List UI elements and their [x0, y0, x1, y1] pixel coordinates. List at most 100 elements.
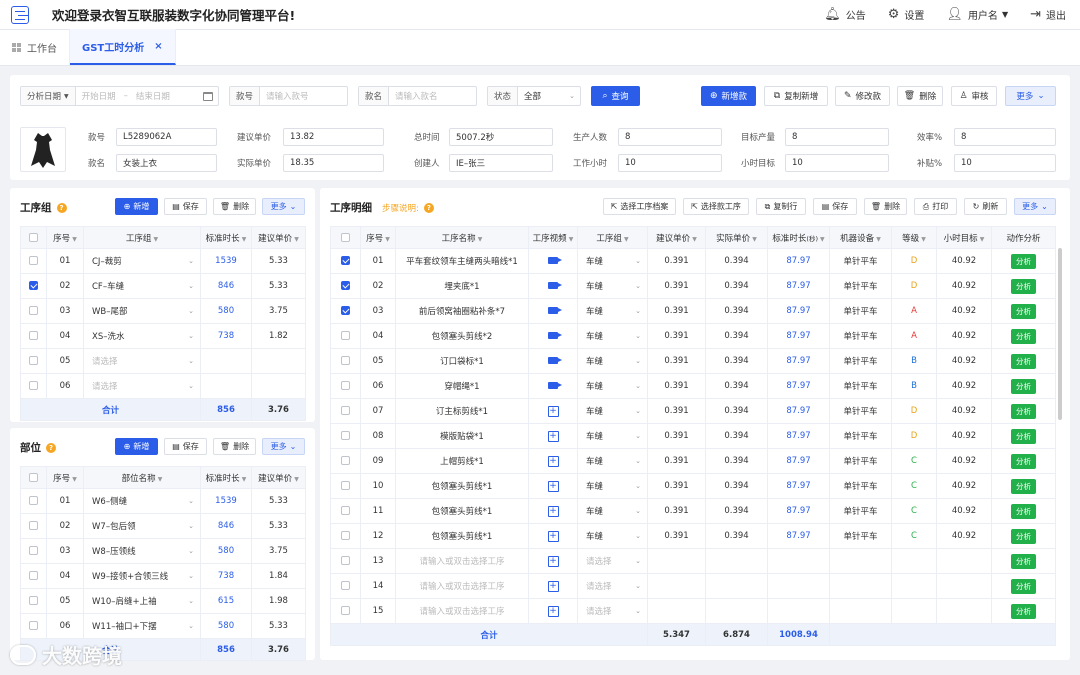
process-group-select[interactable]: 车缝 ⌄ [577, 473, 648, 499]
add-video-icon[interactable]: + [547, 430, 559, 442]
help-icon[interactable]: ? [56, 202, 67, 213]
standard-time[interactable]: 87.97 [767, 448, 830, 474]
row-checkbox[interactable] [341, 481, 350, 490]
group-select[interactable]: 请选择 ⌄ [83, 373, 201, 399]
column-header[interactable]: 标准时长 ▼ [200, 466, 252, 489]
column-header[interactable]: 工序组 ▼ [83, 226, 201, 249]
standard-time[interactable]: 87.97 [767, 323, 830, 349]
process-group-select[interactable]: 车缝 ⌄ [577, 298, 648, 324]
table-row[interactable]: 03 W8–压领线 ⌄ 580 3.75 [20, 538, 306, 564]
process-name-input[interactable]: 上帽剪线*1 [395, 448, 529, 474]
row-checkbox[interactable] [341, 356, 350, 365]
tab-workbench[interactable]: 工作台 [0, 29, 70, 65]
row-checkbox[interactable] [29, 571, 38, 580]
process-name-input[interactable]: 包领塞头剪线*2 [395, 323, 529, 349]
video-icon[interactable] [548, 332, 562, 339]
video-icon[interactable] [548, 257, 562, 264]
close-icon[interactable]: × [154, 41, 162, 52]
sort-icon[interactable]: ▼ [624, 236, 629, 243]
row-checkbox[interactable] [29, 281, 38, 290]
add-style-button[interactable]: ⊕ 新增款 [701, 86, 756, 106]
info-value[interactable]: 8 [618, 128, 722, 146]
info-value[interactable]: 10 [954, 154, 1056, 172]
part-select[interactable]: W6–侧缝 ⌄ [83, 488, 201, 514]
process-group-select[interactable]: 车缝 ⌄ [577, 398, 648, 424]
table-row[interactable]: 15 请输入或双击选择工序 + 请选择 ⌄ 分析 [330, 598, 1056, 624]
table-row[interactable]: 02 埋夹底*1 车缝 ⌄ 0.391 0.394 87.97 单针平车 D 40… [330, 273, 1056, 299]
standard-time[interactable] [200, 373, 252, 399]
save-button[interactable]: ▤ 保存 [813, 198, 857, 215]
query-button[interactable]: ⌕ 查询 [591, 86, 640, 106]
sort-icon[interactable]: ▼ [294, 236, 299, 243]
video-icon[interactable] [548, 382, 562, 389]
column-header[interactable]: 建议单价 ▼ [647, 226, 706, 249]
standard-time[interactable] [767, 573, 830, 599]
analysis-button[interactable]: 分析 [1011, 353, 1036, 369]
add-video-icon[interactable]: + [547, 530, 559, 542]
column-header[interactable]: 部位名称 ▼ [83, 466, 201, 489]
part-delete-button[interactable]: 🗑︎ 删除 [213, 438, 256, 455]
process-group-select[interactable]: 车缝 ⌄ [577, 248, 648, 274]
table-row[interactable]: 13 请输入或双击选择工序 + 请选择 ⌄ 分析 [330, 548, 1056, 574]
row-checkbox[interactable] [341, 256, 350, 265]
sort-icon[interactable]: ▼ [876, 236, 881, 243]
analysis-button[interactable]: 分析 [1011, 328, 1036, 344]
analysis-button[interactable]: 分析 [1011, 578, 1036, 594]
row-checkbox[interactable] [341, 606, 350, 615]
analysis-button[interactable]: 分析 [1011, 303, 1036, 319]
status-select[interactable]: 全部 [518, 90, 547, 102]
sort-icon[interactable]: ▼ [820, 236, 825, 243]
standard-time[interactable]: 87.97 [767, 423, 830, 449]
style-no-input[interactable]: 请输入款号 [260, 90, 315, 102]
sort-icon[interactable]: ▼ [569, 236, 574, 243]
info-value[interactable]: 13.82 [283, 128, 384, 146]
standard-time[interactable]: 738 [200, 323, 252, 349]
standard-time[interactable]: 615 [200, 588, 252, 614]
sort-icon[interactable]: ▼ [72, 236, 77, 243]
part-select[interactable]: W7–包后领 ⌄ [83, 513, 201, 539]
standard-time[interactable]: 87.97 [767, 248, 830, 274]
table-row[interactable]: 14 请输入或双击选择工序 + 请选择 ⌄ 分析 [330, 573, 1056, 599]
process-name-input[interactable]: 订口袋标*1 [395, 348, 529, 374]
standard-time[interactable]: 87.97 [767, 523, 830, 549]
table-row[interactable]: 02 W7–包后领 ⌄ 846 5.33 [20, 513, 306, 539]
row-checkbox[interactable] [341, 331, 350, 340]
analysis-button[interactable]: 分析 [1011, 253, 1036, 269]
part-select[interactable]: W8–压领线 ⌄ [83, 538, 201, 564]
column-header[interactable]: 工序视频 ▼ [528, 226, 578, 249]
table-row[interactable]: 02 CF–车缝 ⌄ 846 5.33 [20, 273, 306, 299]
standard-time[interactable]: 846 [200, 513, 252, 539]
row-checkbox[interactable] [29, 331, 38, 340]
row-checkbox[interactable] [341, 506, 350, 515]
column-header[interactable]: 等级 ▼ [891, 226, 937, 249]
column-header[interactable]: 建议单价 ▼ [251, 226, 306, 249]
sort-icon[interactable]: ▼ [385, 236, 390, 243]
row-checkbox[interactable] [29, 496, 38, 505]
info-value[interactable]: 女装上衣 [116, 154, 217, 172]
standard-time[interactable]: 87.97 [767, 273, 830, 299]
table-row[interactable]: 04 W9–接领+合领三线 ⌄ 738 1.84 [20, 563, 306, 589]
process-group-select[interactable]: 车缝 ⌄ [577, 348, 648, 374]
start-date-input[interactable]: 开始日期 [76, 90, 122, 102]
group-select[interactable]: CF–车缝 ⌄ [83, 273, 201, 299]
end-date-input[interactable]: 结束日期 [130, 90, 176, 102]
date-range-field[interactable]: 分析日期 ▼ 开始日期 – 结束日期 [20, 86, 219, 106]
copy-row-button[interactable]: ⧉ 复制行 [756, 198, 806, 215]
table-row[interactable]: 10 包领塞头剪线*1 + 车缝 ⌄ 0.391 0.394 87.97 单针平车… [330, 473, 1056, 499]
table-row[interactable]: 04 XS–洗水 ⌄ 738 1.82 [20, 323, 306, 349]
standard-time[interactable]: 87.97 [767, 298, 830, 324]
table-row[interactable]: 05 订口袋标*1 车缝 ⌄ 0.391 0.394 87.97 单针平车 B 4… [330, 348, 1056, 374]
analysis-button[interactable]: 分析 [1011, 503, 1036, 519]
standard-time[interactable] [200, 348, 252, 374]
row-checkbox[interactable] [341, 581, 350, 590]
process-name-input[interactable]: 埋夹底*1 [395, 273, 529, 299]
pg-more-button[interactable]: 更多 ⌄ [262, 198, 305, 215]
process-name-input[interactable]: 平车套纹领车主缝两头暗线*1 [395, 248, 529, 274]
table-row[interactable]: 04 包领塞头剪线*2 车缝 ⌄ 0.391 0.394 87.97 单针平车 A… [330, 323, 1056, 349]
process-group-select[interactable]: 车缝 ⌄ [577, 423, 648, 449]
row-checkbox[interactable] [341, 531, 350, 540]
standard-time[interactable]: 87.97 [767, 398, 830, 424]
standard-time[interactable] [767, 548, 830, 574]
process-group-select[interactable]: 车缝 ⌄ [577, 523, 648, 549]
help-icon[interactable]: ? [46, 442, 56, 453]
